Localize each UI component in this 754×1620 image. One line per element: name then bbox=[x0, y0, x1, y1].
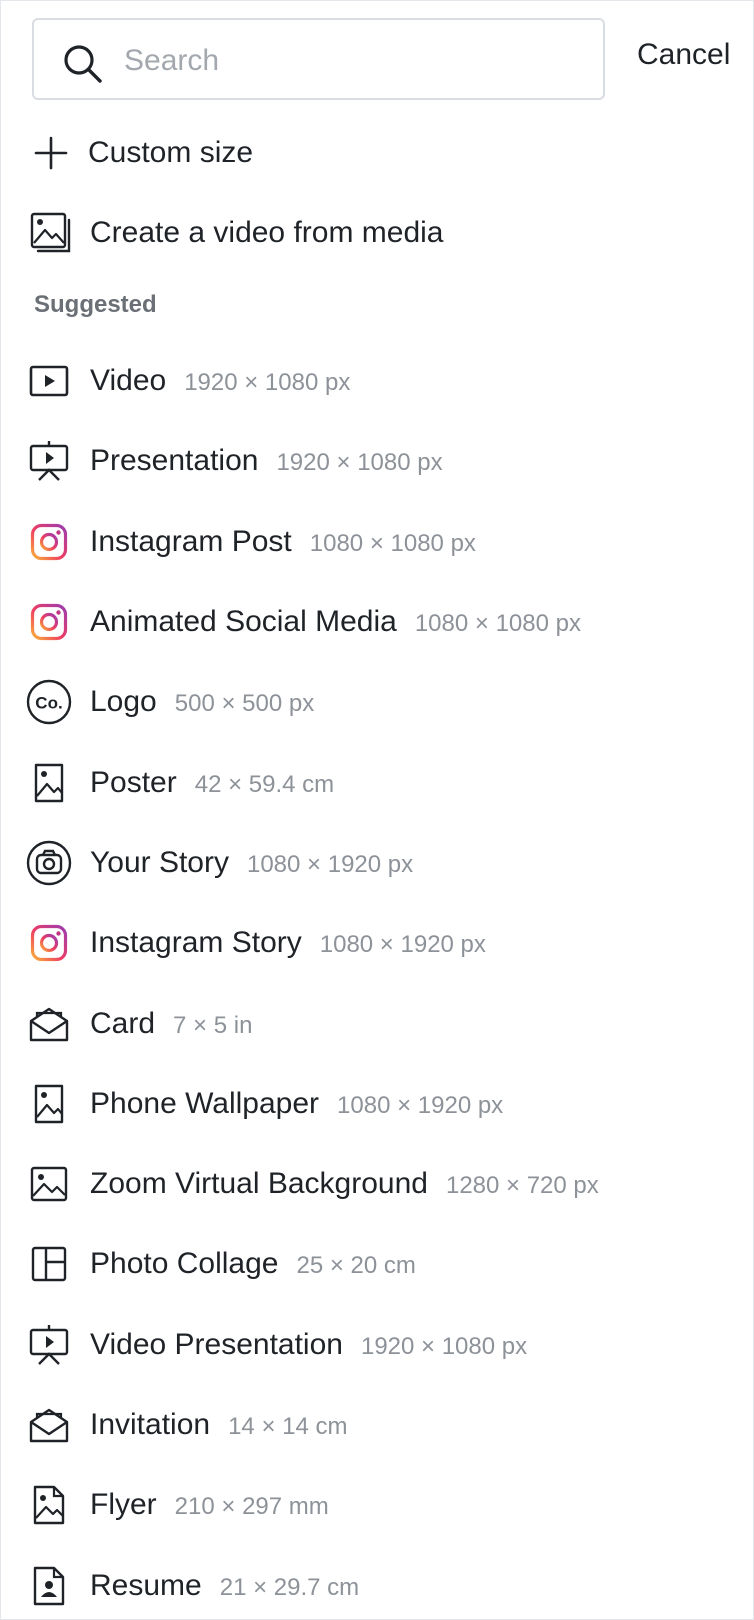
design-type-text: Phone Wallpaper 1080 × 1920 px bbox=[90, 1087, 503, 1121]
design-type-size: 1080 × 1080 px bbox=[414, 610, 581, 638]
design-type-name: Photo Collage bbox=[90, 1247, 279, 1281]
design-type-card[interactable]: Card 7 × 5 in bbox=[1, 983, 753, 1063]
search-box[interactable] bbox=[32, 18, 605, 100]
poster-icon bbox=[26, 760, 72, 806]
design-type-text: Video 1920 × 1080 px bbox=[90, 364, 350, 398]
design-type-instagram-post[interactable]: Instagram Post 1080 × 1080 px bbox=[1, 502, 753, 582]
design-type-text: Card 7 × 5 in bbox=[90, 1007, 252, 1041]
design-type-flyer[interactable]: Flyer 210 × 297 mm bbox=[1, 1465, 753, 1545]
design-type-zoom-virtual-background[interactable]: Zoom Virtual Background 1280 × 720 px bbox=[1, 1144, 753, 1224]
design-type-name: Phone Wallpaper bbox=[90, 1086, 320, 1120]
design-type-name: Presentation bbox=[90, 444, 259, 478]
design-type-text: Logo 500 × 500 px bbox=[90, 685, 314, 719]
design-type-size: 1080 × 1920 px bbox=[337, 1091, 504, 1119]
cancel-button[interactable]: Cancel bbox=[637, 38, 730, 72]
suggested-list: Video 1920 × 1080 px Presentation 1920 × 10… bbox=[1, 341, 753, 1619]
design-type-name: Video bbox=[90, 364, 167, 398]
design-type-video[interactable]: Video 1920 × 1080 px bbox=[1, 341, 753, 421]
design-type-text: Flyer 210 × 297 mm bbox=[90, 1488, 329, 1522]
design-type-text: Your Story 1080 × 1920 px bbox=[90, 846, 413, 880]
design-type-size: 1280 × 720 px bbox=[445, 1172, 599, 1200]
design-type-text: Zoom Virtual Background 1280 × 720 px bbox=[90, 1167, 599, 1201]
design-type-size: 210 × 297 mm bbox=[174, 1493, 329, 1521]
design-type-size: 21 × 29.7 cm bbox=[219, 1573, 360, 1601]
design-type-text: Animated Social Media 1080 × 1080 px bbox=[90, 605, 581, 639]
envelope-icon bbox=[26, 1001, 72, 1047]
design-type-name: Zoom Virtual Background bbox=[90, 1167, 428, 1201]
design-type-size: 7 × 5 in bbox=[173, 1011, 253, 1039]
create-video-from-media-button[interactable]: Create a video from media bbox=[1, 205, 753, 261]
design-type-text: Video Presentation 1920 × 1080 px bbox=[90, 1328, 527, 1362]
design-type-text: Poster 42 × 59.4 cm bbox=[90, 766, 334, 800]
video-icon bbox=[26, 358, 72, 404]
design-type-text: Resume 21 × 29.7 cm bbox=[90, 1569, 359, 1603]
design-type-name: Video Presentation bbox=[90, 1327, 343, 1361]
logo-co-icon: Co. bbox=[26, 679, 72, 725]
design-type-invitation[interactable]: Invitation 14 × 14 cm bbox=[1, 1385, 753, 1465]
design-type-phone-wallpaper[interactable]: Phone Wallpaper 1080 × 1920 px bbox=[1, 1064, 753, 1144]
design-type-size: 1080 × 1080 px bbox=[309, 529, 476, 557]
design-type-name: Resume bbox=[90, 1568, 202, 1602]
design-type-name: Poster bbox=[90, 765, 177, 799]
create-design-panel: Cancel Custom size Create a video from m… bbox=[0, 0, 754, 1620]
design-type-name: Instagram Story bbox=[90, 926, 302, 960]
presentation-icon bbox=[26, 1322, 72, 1368]
design-type-name: Animated Social Media bbox=[90, 605, 397, 639]
design-type-text: Instagram Post 1080 × 1080 px bbox=[90, 525, 476, 559]
envelope-icon bbox=[26, 1402, 72, 1448]
instagram-icon bbox=[26, 519, 72, 565]
suggested-heading: Suggested bbox=[34, 291, 157, 318]
design-type-video-presentation[interactable]: Video Presentation 1920 × 1080 px bbox=[1, 1305, 753, 1385]
design-type-animated-social-media[interactable]: Animated Social Media 1080 × 1080 px bbox=[1, 582, 753, 662]
image-icon bbox=[26, 1161, 72, 1207]
design-type-logo[interactable]: Co. Logo 500 × 500 px bbox=[1, 662, 753, 742]
design-type-size: 1920 × 1080 px bbox=[184, 369, 351, 397]
design-type-size: 42 × 59.4 cm bbox=[194, 770, 335, 798]
design-type-instagram-story[interactable]: Instagram Story 1080 × 1920 px bbox=[1, 903, 753, 983]
design-type-presentation[interactable]: Presentation 1920 × 1080 px bbox=[1, 421, 753, 501]
svg-text:Co.: Co. bbox=[35, 694, 62, 713]
instagram-icon bbox=[26, 599, 72, 645]
design-type-size: 25 × 20 cm bbox=[296, 1252, 416, 1280]
instagram-icon bbox=[26, 920, 72, 966]
design-type-name: Flyer bbox=[90, 1488, 157, 1522]
design-type-photo-collage[interactable]: Photo Collage 25 × 20 cm bbox=[1, 1224, 753, 1304]
design-type-text: Invitation 14 × 14 cm bbox=[90, 1408, 347, 1442]
search-row: Cancel bbox=[32, 18, 753, 102]
design-type-name: Invitation bbox=[90, 1408, 211, 1441]
design-type-size: 1920 × 1080 px bbox=[276, 449, 443, 477]
design-type-size: 500 × 500 px bbox=[174, 690, 315, 718]
design-type-size: 1080 × 1920 px bbox=[246, 850, 414, 878]
design-type-size: 1920 × 1080 px bbox=[360, 1332, 528, 1360]
plus-icon bbox=[29, 131, 73, 175]
custom-size-button[interactable]: Custom size bbox=[1, 125, 753, 181]
design-type-size: 1080 × 1920 px bbox=[319, 931, 486, 959]
design-type-name: Logo bbox=[90, 685, 157, 719]
poster-icon bbox=[26, 1081, 72, 1127]
flyer-icon bbox=[26, 1482, 72, 1528]
presentation-icon bbox=[26, 438, 72, 484]
design-type-name: Card bbox=[90, 1006, 156, 1040]
media-stack-icon bbox=[29, 211, 73, 255]
design-type-name: Instagram Post bbox=[90, 524, 292, 558]
design-type-text: Instagram Story 1080 × 1920 px bbox=[90, 926, 486, 960]
resume-icon bbox=[26, 1563, 72, 1609]
custom-size-label: Custom size bbox=[88, 136, 254, 169]
design-type-your-story[interactable]: Your Story 1080 × 1920 px bbox=[1, 823, 753, 903]
design-type-size: 14 × 14 cm bbox=[228, 1413, 348, 1440]
create-video-from-media-label: Create a video from media bbox=[90, 216, 444, 249]
collage-icon bbox=[26, 1241, 72, 1287]
design-type-resume[interactable]: Resume 21 × 29.7 cm bbox=[1, 1545, 753, 1619]
design-type-poster[interactable]: Poster 42 × 59.4 cm bbox=[1, 742, 753, 822]
design-type-name: Your Story bbox=[90, 845, 229, 879]
search-icon bbox=[62, 43, 104, 85]
design-type-text: Photo Collage 25 × 20 cm bbox=[90, 1247, 416, 1281]
search-input[interactable] bbox=[122, 34, 586, 88]
camera-circle-icon bbox=[26, 840, 72, 886]
design-type-text: Presentation 1920 × 1080 px bbox=[90, 444, 443, 478]
